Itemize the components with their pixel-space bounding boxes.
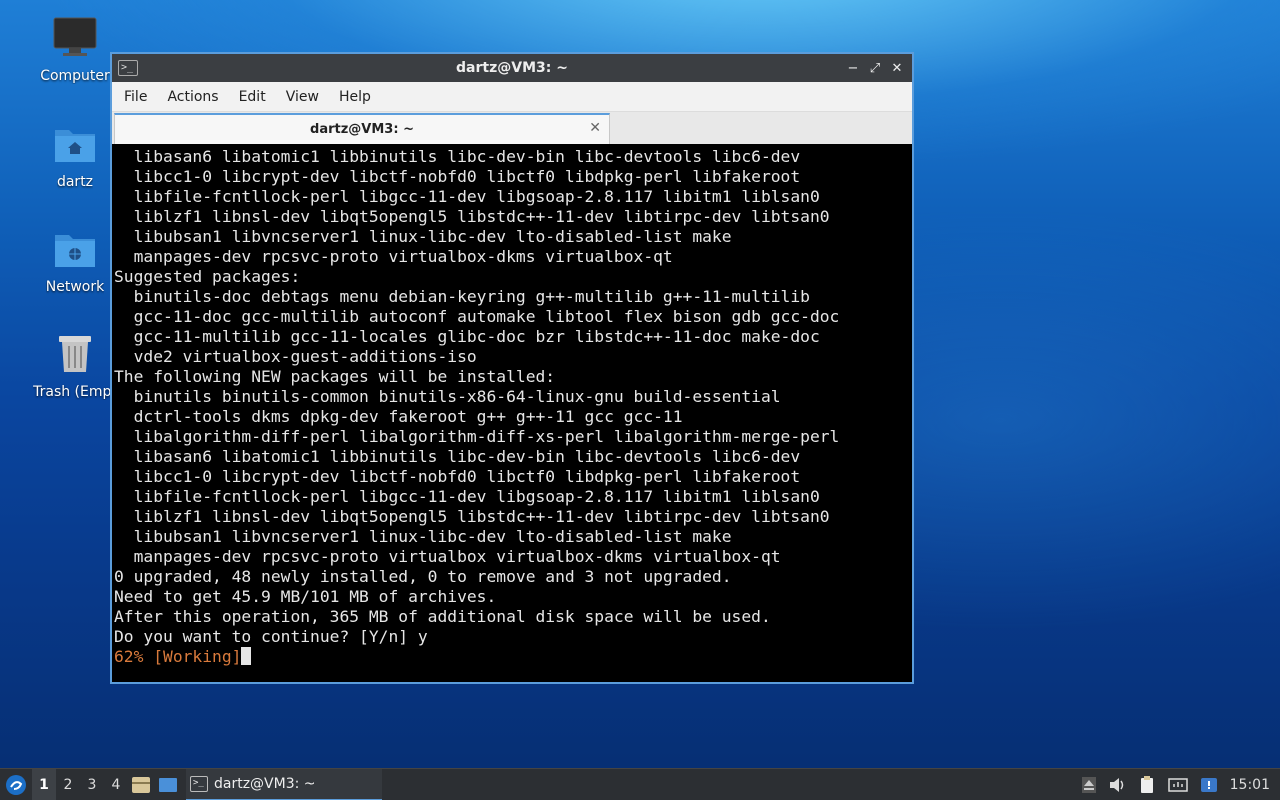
update-notifier-icon[interactable] (1200, 777, 1218, 793)
terminal-line: After this operation, 365 MB of addition… (114, 607, 771, 626)
terminal-line: dctrl-tools dkms dpkg-dev fakeroot g++ g… (114, 407, 683, 426)
trash-icon (59, 336, 91, 372)
workspace-4[interactable]: 4 (104, 769, 128, 800)
file-manager-launcher[interactable] (128, 769, 154, 800)
terminal-line: binutils binutils-common binutils-x86-64… (114, 387, 781, 406)
terminal-progress-line: 62% [Working] (114, 647, 910, 667)
terminal-line: manpages-dev rpcsvc-proto virtualbox-dkm… (114, 247, 673, 266)
terminal-line: binutils-doc debtags menu debian-keyring… (114, 287, 810, 306)
terminal-line: The following NEW packages will be insta… (114, 367, 556, 386)
menu-edit[interactable]: Edit (229, 89, 276, 105)
terminal-line: libubsan1 libvncserver1 linux-libc-dev l… (114, 527, 732, 546)
terminal-line: gcc-11-doc gcc-multilib autoconf automak… (114, 307, 840, 326)
terminal-output[interactable]: libasan6 libatomic1 libbinutils libc-dev… (114, 144, 910, 682)
taskbar-task-terminal[interactable]: >_ dartz@VM3: ~ (186, 768, 382, 800)
terminal-line: Suggested packages: (114, 267, 301, 286)
lubuntu-logo-icon (6, 774, 26, 795)
window-titlebar[interactable]: >_ dartz@VM3: ~ − ⤢ ✕ (112, 54, 912, 82)
tab-label: dartz@VM3: ~ (310, 122, 414, 137)
monitor-icon (53, 17, 97, 56)
task-label: dartz@VM3: ~ (214, 775, 316, 792)
clipboard-icon[interactable] (1138, 775, 1156, 794)
terminal-line: gcc-11-multilib gcc-11-locales glibc-doc… (114, 327, 820, 346)
terminal-line: libcc1-0 libcrypt-dev libctf-nobfd0 libc… (114, 467, 801, 486)
terminal-line: manpages-dev rpcsvc-proto virtualbox vir… (114, 547, 781, 566)
minimize-button[interactable]: − (844, 59, 862, 77)
eject-icon[interactable] (1081, 776, 1096, 793)
terminal-cursor (241, 647, 252, 665)
desktop-icon-label: dartz (56, 174, 94, 190)
terminal-line: Need to get 45.9 MB/101 MB of archives. (114, 587, 497, 606)
terminal-line: Do you want to continue? [Y/n] y (114, 627, 428, 646)
terminal-line: libcc1-0 libcrypt-dev libctf-nobfd0 libc… (114, 167, 801, 186)
desktop-icon-label: Network (45, 279, 105, 295)
menubar: File Actions Edit View Help (112, 82, 912, 112)
workspace-2[interactable]: 2 (56, 769, 80, 800)
file-manager-icon (132, 776, 150, 793)
desktop-icon-label: Trash (Empt (33, 384, 117, 400)
terminal-line: libalgorithm-diff-perl libalgorithm-diff… (114, 427, 840, 446)
tab-bar: dartz@VM3: ~ ✕ (112, 112, 912, 144)
terminal-line: libasan6 libatomic1 libbinutils libc-dev… (114, 447, 801, 466)
system-tray: 15:01 (1081, 775, 1280, 794)
workspace-3[interactable]: 3 (80, 769, 104, 800)
progress-text: 62% [Working] (114, 647, 242, 666)
network-folder-icon (55, 235, 95, 267)
menu-actions[interactable]: Actions (157, 89, 228, 105)
clock[interactable]: 15:01 (1230, 777, 1270, 793)
terminal-line: libasan6 libatomic1 libbinutils libc-dev… (114, 147, 801, 166)
show-desktop-button[interactable] (154, 769, 182, 800)
terminal-icon: >_ (190, 775, 208, 792)
terminal-line: libfile-fcntllock-perl libgcc-11-dev lib… (114, 487, 820, 506)
terminal-icon: >_ (118, 60, 138, 76)
terminal-line: libubsan1 libvncserver1 linux-libc-dev l… (114, 227, 732, 246)
show-desktop-icon (159, 777, 177, 792)
menu-help[interactable]: Help (329, 89, 381, 105)
terminal-line: 0 upgraded, 48 newly installed, 0 to rem… (114, 567, 732, 586)
taskbar: 1 2 3 4 >_ dartz@VM3: ~ 15:01 (0, 768, 1280, 800)
app-menu-button[interactable] (0, 769, 32, 800)
tab-terminal[interactable]: dartz@VM3: ~ ✕ (114, 113, 610, 144)
volume-icon[interactable] (1108, 777, 1126, 793)
terminal-line: liblzf1 libnsl-dev libqt5opengl5 libstdc… (114, 207, 830, 226)
menu-view[interactable]: View (276, 89, 329, 105)
home-folder-icon (55, 130, 95, 162)
terminal-line: vde2 virtualbox-guest-additions-iso (114, 347, 477, 366)
terminal-line: liblzf1 libnsl-dev libqt5opengl5 libstdc… (114, 507, 830, 526)
close-button[interactable]: ✕ (888, 59, 906, 77)
window-title: dartz@VM3: ~ (456, 60, 568, 76)
terminal-window: >_ dartz@VM3: ~ − ⤢ ✕ File Actions Edit … (110, 52, 914, 684)
menu-file[interactable]: File (114, 89, 157, 105)
tab-close-icon[interactable]: ✕ (589, 120, 601, 136)
workspace-1[interactable]: 1 (32, 768, 56, 800)
network-status-icon[interactable] (1167, 777, 1188, 793)
desktop-icon-label: Computer (40, 68, 110, 84)
terminal-line: libfile-fcntllock-perl libgcc-11-dev lib… (114, 187, 820, 206)
maximize-button[interactable]: ⤢ (866, 59, 884, 77)
